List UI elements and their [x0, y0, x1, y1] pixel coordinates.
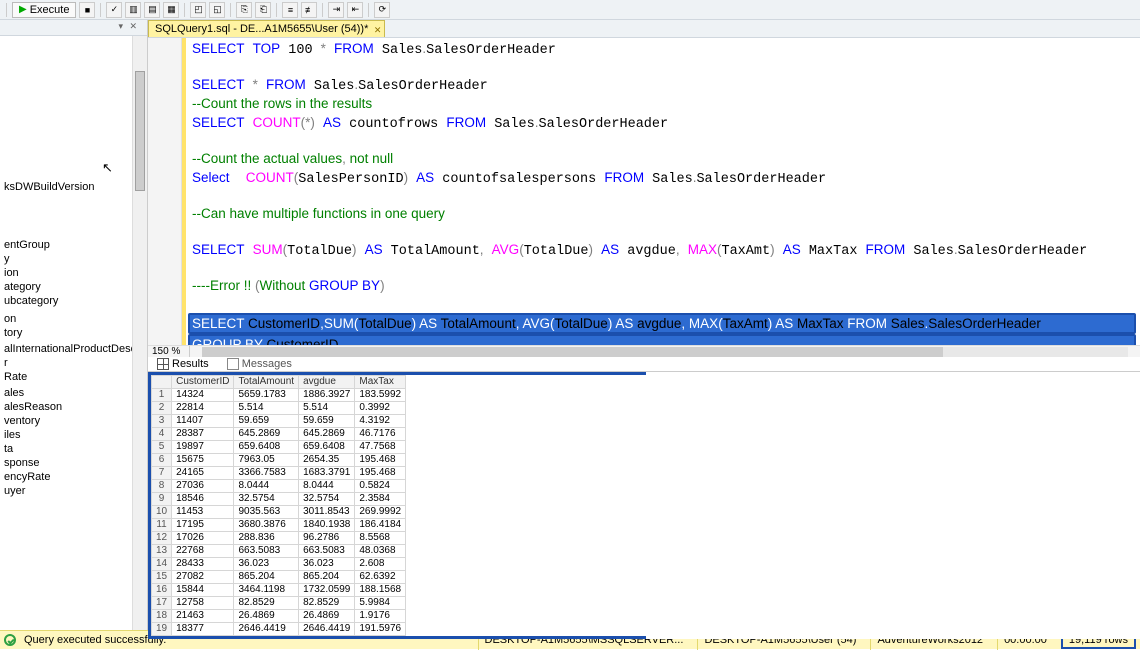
tree-item[interactable]: ta	[0, 442, 147, 456]
toolbar-icon[interactable]: ▤	[144, 2, 160, 18]
results-empty-area	[646, 372, 1140, 639]
tree-item[interactable]: Rate	[0, 370, 147, 384]
tree-item[interactable]: alesReason	[0, 400, 147, 414]
column-header[interactable]: MaxTax	[355, 376, 406, 389]
execute-label: Execute	[30, 4, 70, 16]
table-row[interactable]: 19183772646.44192646.4419191.5976	[152, 623, 406, 636]
table-row[interactable]: 6156757963.052654.35195.468	[152, 454, 406, 467]
tree-item[interactable]: entGroup	[0, 238, 147, 252]
tab-title: SQLQuery1.sql - DE...A1M5655\User (54))*	[155, 23, 368, 35]
tree-item[interactable]: ion	[0, 266, 147, 280]
separator	[6, 3, 7, 17]
toolbar-icon[interactable]: ▦	[163, 2, 179, 18]
tree-item[interactable]: on	[0, 312, 147, 326]
code-editor[interactable]: SELECT TOP 100 * FROM Sales.SalesOrderHe…	[148, 38, 1140, 345]
results-grid[interactable]: CustomerIDTotalAmountavgdueMaxTax1143245…	[148, 372, 646, 639]
indent-button[interactable]: ⇥	[328, 2, 344, 18]
sidebar-scrollbar[interactable]	[132, 36, 147, 630]
table-row[interactable]: 1217026288.83696.27868.5568	[152, 532, 406, 545]
toolbar-icon[interactable]: ⎘	[236, 2, 252, 18]
toolbar-icon[interactable]: ◱	[209, 2, 225, 18]
success-icon	[4, 634, 16, 646]
parse-button[interactable]: ✓	[106, 2, 122, 18]
table-row[interactable]: 1527082865.204865.20462.6392	[152, 571, 406, 584]
table-row[interactable]: 182146326.486926.48691.9176	[152, 610, 406, 623]
tree-item[interactable]: sponse	[0, 456, 147, 470]
outdent-button[interactable]: ⇤	[347, 2, 363, 18]
table-row[interactable]: 428387645.2869645.286946.7176	[152, 428, 406, 441]
column-header[interactable]: CustomerID	[172, 376, 234, 389]
object-explorer: ▾ ✕ ksDWBuildVersion entGroup y ion ateg…	[0, 20, 148, 630]
separator	[230, 3, 231, 17]
tab-results[interactable]: Results	[154, 357, 212, 371]
table-row[interactable]: 519897659.6408659.640847.7568	[152, 441, 406, 454]
status-text: Query executed successfully.	[24, 634, 166, 646]
column-header[interactable]: avgdue	[299, 376, 355, 389]
tab-messages[interactable]: Messages	[224, 357, 295, 371]
editor-footer: 150 %	[148, 345, 1140, 357]
document-tab[interactable]: SQLQuery1.sql - DE...A1M5655\User (54))*…	[148, 20, 385, 37]
tree-item[interactable]: alInternationalProductDescription	[0, 342, 147, 356]
execute-button[interactable]: ▶ Execute	[12, 2, 76, 18]
tree-item[interactable]: y	[0, 252, 147, 266]
table-row[interactable]: 10114539035.5633011.8543269.9992	[152, 506, 406, 519]
table-row[interactable]: 2228145.5145.5140.3992	[152, 402, 406, 415]
scrollbar-thumb[interactable]	[135, 71, 145, 191]
toolbar-icon[interactable]: ▥	[125, 2, 141, 18]
play-icon: ▶	[19, 4, 27, 15]
toolbar-icon[interactable]: ⎗	[255, 2, 271, 18]
editor-change-margin	[182, 38, 186, 345]
table-row[interactable]: 1143245659.17831886.3927183.5992	[152, 389, 406, 402]
tree-item[interactable]: ventory	[0, 414, 147, 428]
separator	[184, 3, 185, 17]
toolbar: ▶ Execute ■ ✓ ▥ ▤ ▦ ◰ ◱ ⎘ ⎗ ≡ ≢ ⇥ ⇤ ⟳	[0, 0, 1140, 20]
tree-item[interactable]: r	[0, 356, 147, 370]
tree-item[interactable]: ksDWBuildVersion	[0, 180, 147, 194]
document-tabstrip: SQLQuery1.sql - DE...A1M5655\User (54))*…	[148, 20, 1140, 38]
table-row[interactable]: 8270368.04448.04440.5824	[152, 480, 406, 493]
table-row[interactable]: 171275882.852982.85295.9984	[152, 597, 406, 610]
tree-item[interactable]: ategory	[0, 280, 147, 294]
column-header[interactable]	[152, 376, 172, 389]
separator	[368, 3, 369, 17]
table-row[interactable]: 31140759.65959.6594.3192	[152, 415, 406, 428]
tree-item[interactable]: tory	[0, 326, 147, 340]
messages-icon	[227, 358, 239, 370]
toolbar-icon[interactable]: ◰	[190, 2, 206, 18]
table-row[interactable]: 11171953680.38761840.1938186.4184	[152, 519, 406, 532]
separator	[276, 3, 277, 17]
table-row[interactable]: 142843336.02336.0232.608	[152, 558, 406, 571]
comment-button[interactable]: ≡	[282, 2, 298, 18]
grid-icon	[157, 358, 169, 370]
editor-gutter	[148, 38, 182, 345]
horizontal-scrollbar[interactable]	[202, 347, 1128, 357]
zoom-level[interactable]: 150 %	[148, 346, 190, 357]
sidebar-header: ▾ ✕	[0, 20, 147, 36]
tab-messages-label: Messages	[242, 358, 292, 370]
results-tabstrip: Results Messages	[148, 357, 1140, 372]
uncomment-button[interactable]: ≢	[301, 2, 317, 18]
tab-results-label: Results	[172, 358, 209, 370]
table-row[interactable]: 16158443464.11981732.0599188.1568	[152, 584, 406, 597]
separator	[100, 3, 101, 17]
table-row[interactable]: 7241653366.75831683.3791195.468	[152, 467, 406, 480]
stop-button[interactable]: ■	[79, 2, 95, 18]
tree-item[interactable]: encyRate	[0, 470, 147, 484]
tree-item[interactable]: iles	[0, 428, 147, 442]
table-row[interactable]: 1322768663.5083663.508348.0368	[152, 545, 406, 558]
pin-icon[interactable]: ▾	[118, 21, 123, 32]
column-header[interactable]: TotalAmount	[234, 376, 299, 389]
object-tree[interactable]: ksDWBuildVersion entGroup y ion ategory …	[0, 36, 147, 498]
tree-item[interactable]: ubcategory	[0, 294, 147, 308]
tab-close-icon[interactable]: ✕	[374, 23, 382, 37]
toolbar-icon[interactable]: ⟳	[374, 2, 390, 18]
tree-item[interactable]	[0, 196, 147, 198]
close-icon[interactable]: ✕	[129, 21, 137, 32]
tree-item[interactable]: uyer	[0, 484, 147, 498]
table-row[interactable]: 91854632.575432.57542.3584	[152, 493, 406, 506]
scrollbar-thumb[interactable]	[202, 347, 943, 357]
separator	[322, 3, 323, 17]
tree-item[interactable]: ales	[0, 386, 147, 400]
